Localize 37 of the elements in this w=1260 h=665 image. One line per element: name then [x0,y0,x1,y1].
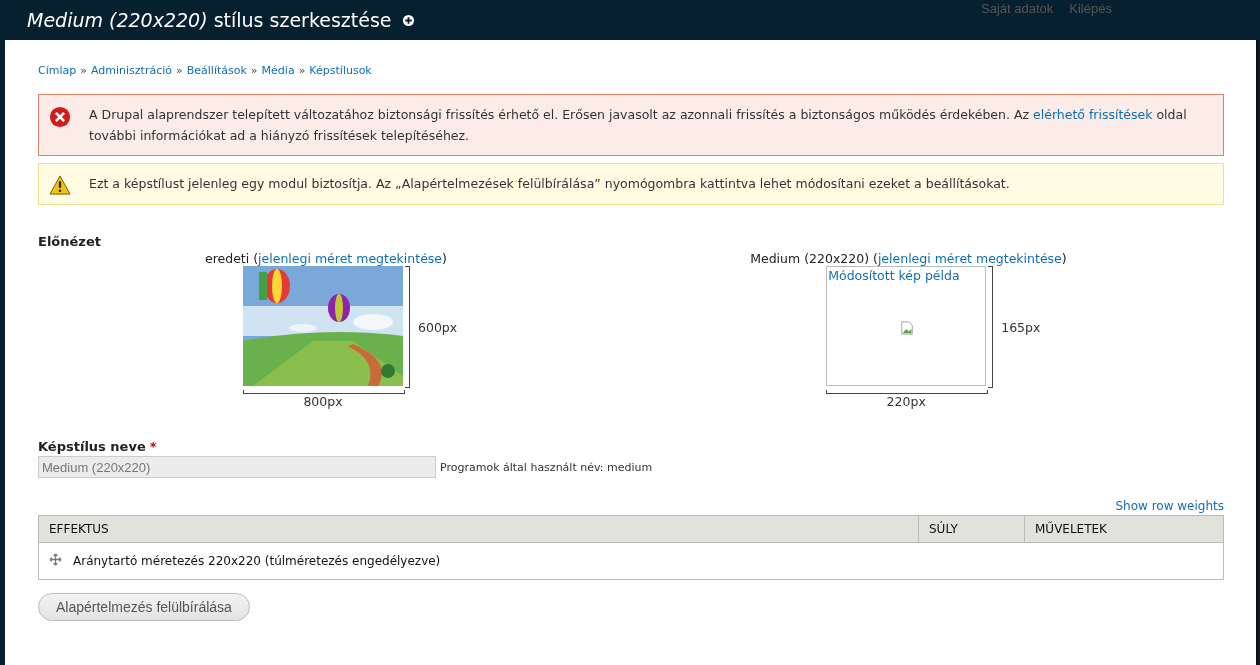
height-label: 165px [1001,319,1041,335]
breadcrumb-separator: » [80,64,87,77]
column-header: MŰVELETEK [1024,515,1224,543]
updates-link[interactable]: elérhető frissítések [1033,107,1153,122]
breadcrumb-separator: » [298,64,306,77]
breadcrumb-separator: » [250,64,258,77]
show-row-weights-link[interactable]: Show row weights [1115,499,1224,513]
column-header: SÚLY [918,515,1025,543]
column-header: EFFEKTUS [38,515,919,543]
image-alt-link[interactable]: Módosított kép példa [828,268,960,283]
machine-name: Programok által használt név: medium [440,460,653,474]
drag-handle-icon[interactable] [49,553,62,566]
warning-icon [49,175,71,195]
broken-image-icon [900,320,915,336]
add-shortcut-icon[interactable] [401,13,415,27]
override-button[interactable]: Alapértelmezés felülbírálása [38,593,250,621]
height-label: 600px [418,319,458,335]
message-text: Ezt a képstílust jelenleg egy modul biztosítja. Az „Alapértelmezések felülbírálása” nyomógombra kattintva lehet módosítani ezeket a beállításokat. [89,175,1010,193]
message-text: A Drupal alaprendszer telepített változatához biztonsági frissítés érhető el. Erősen javasolt az azonnali frissítés a biztonságos működés érdekében. Az elérhető frissítések oldal további információkat ad a hiányzó frissítések telepítéséhez. [89,106,1188,145]
width-label: 220px [885,394,927,409]
breadcrumb-link[interactable]: Képstílusok [309,64,372,77]
breadcrumb-link[interactable]: Média [261,64,295,77]
view-size-link[interactable]: jelenlegi méret megtekintése [877,251,1062,266]
breadcrumb-link[interactable]: Címlap [38,64,77,77]
preview-caption: Medium (220x220) (jelenlegi méret megtekintése) [750,251,1067,266]
breadcrumb-link[interactable]: Beállítások [186,64,247,77]
preview-caption: eredeti (jelenlegi méret megtekintése) [205,251,447,266]
effect-name: Aránytartó méretezés 220x220 (túlméretezés engedélyezve) [73,553,441,568]
page-title: Medium (220x220) stílus szerkesztése [27,9,392,31]
field-label: Képstílus neve * [38,439,158,454]
preview-label: Előnézet [38,234,102,249]
required-marker: * [149,439,157,454]
breadcrumb-separator: » [176,64,183,77]
width-label: 800px [302,394,344,409]
breadcrumb-link[interactable]: Adminisztráció [90,64,172,77]
error-icon [49,106,71,128]
view-size-link[interactable]: jelenlegi méret megtekintése [258,251,443,266]
